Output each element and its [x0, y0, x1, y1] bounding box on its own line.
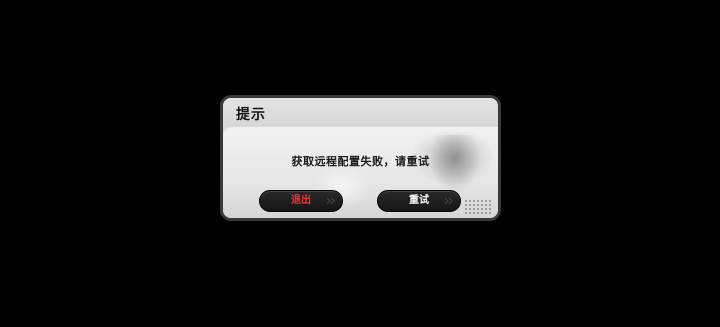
- dot-pattern-decoration: [464, 199, 492, 215]
- double-chevron-right-icon: [444, 197, 453, 205]
- screen: 提示 获取远程配置失败，请重试 退出 重试: [0, 0, 720, 327]
- retry-button-label: 重试: [409, 195, 429, 206]
- dialog-title: 提示: [236, 107, 266, 123]
- double-chevron-right-icon: [326, 197, 335, 205]
- dialog-message: 获取远程配置失败，请重试: [291, 155, 430, 168]
- exit-button-label: 退出: [291, 195, 311, 206]
- exit-button[interactable]: 退出: [259, 190, 343, 212]
- alert-dialog: 提示 获取远程配置失败，请重试 退出 重试: [220, 95, 501, 221]
- retry-button[interactable]: 重试: [377, 190, 461, 212]
- dialog-header: 提示: [223, 98, 498, 127]
